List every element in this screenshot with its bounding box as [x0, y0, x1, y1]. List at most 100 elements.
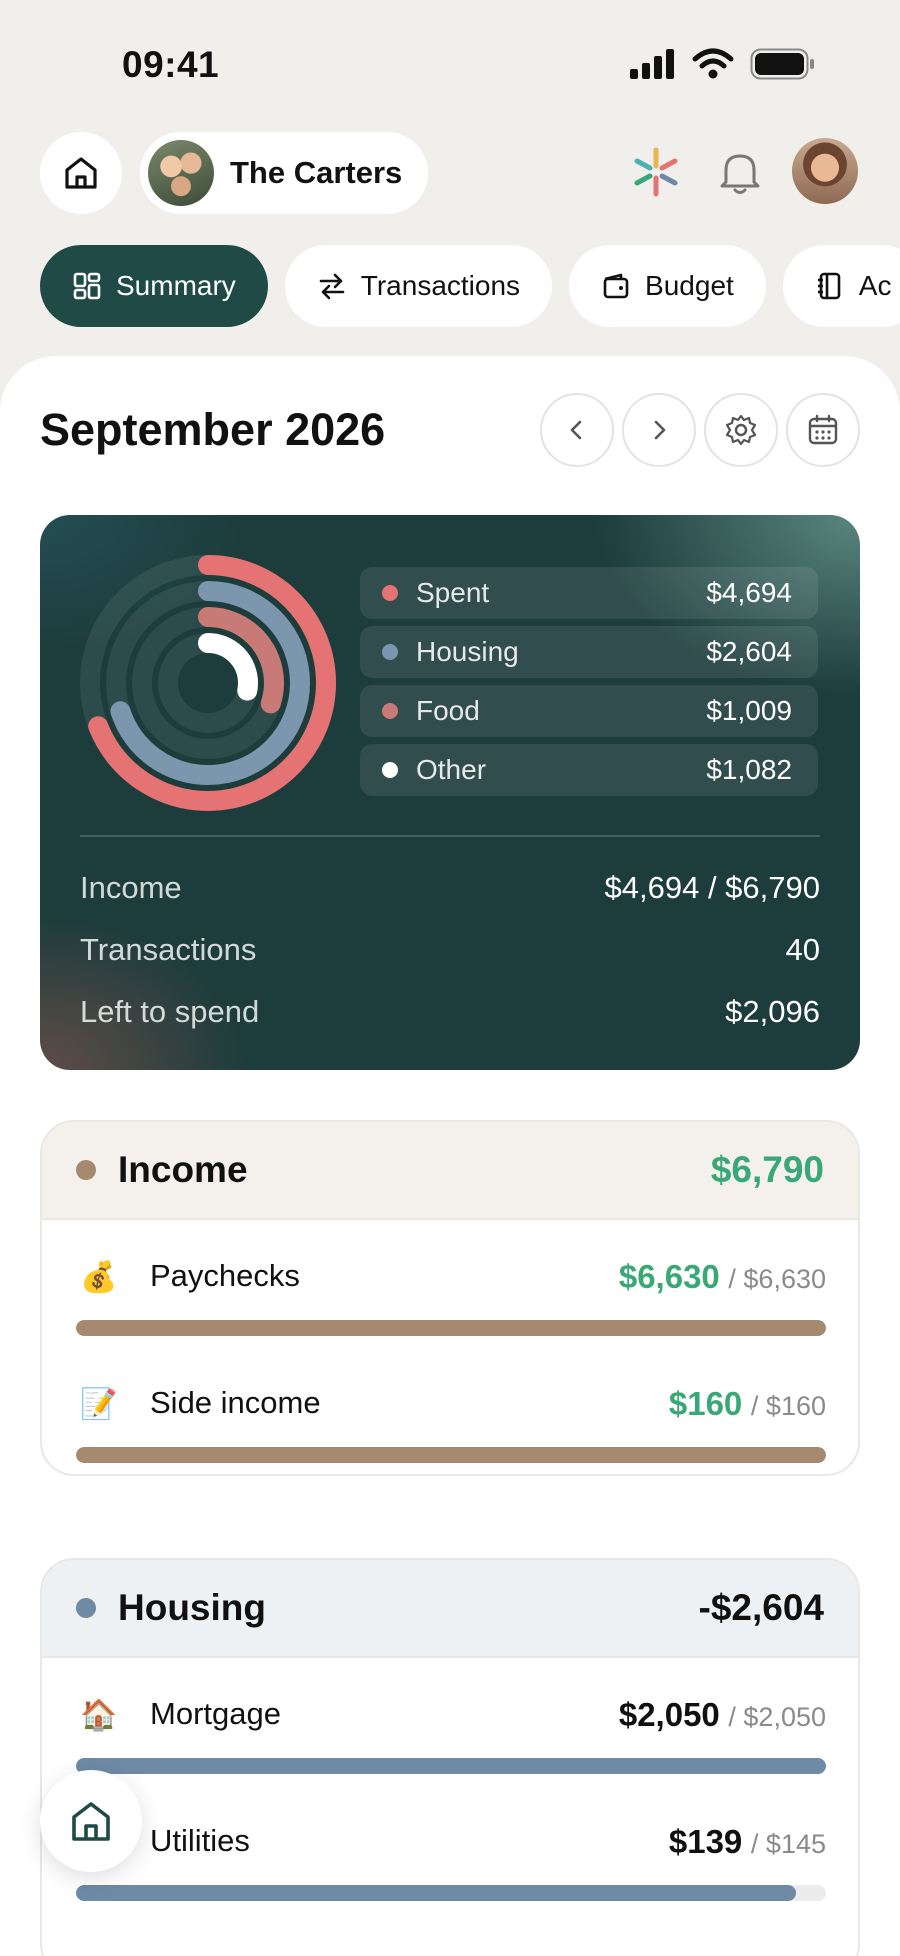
- housing-item-utilities[interactable]: 💡 Utilities $139 / $145: [42, 1785, 858, 1912]
- cellular-signal-icon: [630, 49, 674, 79]
- stat-left-to-spend: Left to spend $2,096: [80, 994, 820, 1030]
- legend-value: $2,604: [706, 636, 792, 667]
- legend-label: Food: [416, 695, 480, 726]
- legend-value: $1,009: [706, 695, 792, 726]
- next-month-button[interactable]: [622, 393, 696, 467]
- progress-track: [76, 1758, 826, 1774]
- status-bar: 09:41: [0, 0, 900, 130]
- tab-accounts[interactable]: Ac: [782, 245, 900, 327]
- progress-fill: [76, 1885, 796, 1901]
- housing-total: -$2,604: [698, 1587, 825, 1628]
- amount-budget: / $2,050: [728, 1702, 826, 1732]
- legend-dot: [382, 644, 398, 660]
- progress-track: [76, 1320, 826, 1336]
- legend-dot: [382, 762, 398, 778]
- status-icons: [630, 48, 816, 80]
- legend-label: Spent: [416, 577, 490, 608]
- legend-label: Other: [416, 754, 487, 785]
- item-amount: $2,050 / $2,050: [619, 1696, 826, 1734]
- income-title: Income: [118, 1149, 248, 1190]
- stat-label: Left to spend: [80, 994, 260, 1029]
- tab-accounts-label: Ac: [858, 270, 892, 301]
- notification-bell-icon[interactable]: [712, 144, 768, 200]
- house-icon: 🏠: [80, 1699, 118, 1732]
- item-amount: $139 / $145: [669, 1823, 826, 1861]
- chevron-right-icon: [654, 420, 666, 440]
- stat-value: $2,096: [725, 994, 820, 1029]
- grid-icon: [73, 272, 101, 300]
- money-bag-icon: 💰: [80, 1261, 118, 1294]
- memo-icon: 📝: [80, 1388, 118, 1421]
- ledger-icon: [817, 272, 841, 300]
- stat-income: Income $4,694 / $6,790: [80, 870, 820, 906]
- tab-summary-label: Summary: [116, 270, 236, 301]
- summary-card: Spent $4,694 Housing $2,604 Food $1,009 …: [40, 515, 860, 1070]
- home-icon: [72, 1802, 110, 1841]
- income-card[interactable]: Income $6,790 💰 Paychecks $6,630 / $6,63…: [40, 1120, 860, 1476]
- tab-budget[interactable]: Budget: [569, 245, 766, 327]
- tab-transactions-label: Transactions: [360, 270, 521, 301]
- home-button[interactable]: [40, 132, 122, 214]
- summary-legend: Spent $4,694 Housing $2,604 Food $1,009 …: [360, 567, 818, 803]
- housing-title: Housing: [118, 1587, 266, 1628]
- housing-card[interactable]: Housing -$2,604 🏠 Mortgage $2,050 / $2,0…: [40, 1558, 860, 1956]
- income-total: $6,790: [710, 1149, 824, 1190]
- progress-fill: [76, 1320, 826, 1336]
- legend-value: $4,694: [706, 577, 792, 608]
- housing-item-mortgage[interactable]: 🏠 Mortgage $2,050 / $2,050: [42, 1658, 858, 1785]
- section-tabs: Summary Transactions Budget Ac: [40, 245, 900, 327]
- month-title: September 2026: [40, 404, 386, 455]
- status-time: 09:41: [122, 44, 220, 85]
- legend-dot: [382, 585, 398, 601]
- income-header[interactable]: Income $6,790: [42, 1122, 858, 1220]
- progress-fill: [76, 1447, 826, 1463]
- amount-spent: $139: [668, 1823, 743, 1860]
- progress-track: [76, 1885, 826, 1901]
- stat-label: Transactions: [80, 932, 257, 967]
- housing-header[interactable]: Housing -$2,604: [42, 1560, 858, 1658]
- spending-rings-chart: [80, 555, 336, 811]
- tab-budget-label: Budget: [645, 270, 734, 301]
- stat-value: $4,694 / $6,790: [604, 870, 820, 905]
- divider: [80, 835, 820, 837]
- battery-icon: [750, 48, 814, 80]
- stat-value: 40: [785, 932, 820, 967]
- calendar-icon: [808, 414, 838, 445]
- amount-budget: / $145: [750, 1829, 826, 1859]
- stat-label: Income: [80, 870, 182, 905]
- legend-label: Housing: [416, 636, 519, 667]
- calendar-button[interactable]: [786, 393, 860, 467]
- home-icon: [65, 157, 97, 189]
- header: The Carters: [40, 130, 860, 214]
- item-amount: $6,630 / $6,630: [619, 1258, 826, 1296]
- chevron-left-icon: [570, 420, 582, 440]
- item-name: Utilities: [150, 1823, 250, 1858]
- housing-dot: [76, 1598, 96, 1618]
- legend-row-food[interactable]: Food $1,009: [360, 685, 818, 737]
- amount-spent: $2,050: [618, 1696, 720, 1733]
- legend-dot: [382, 703, 398, 719]
- item-name: Paychecks: [150, 1258, 300, 1293]
- income-item-side-income[interactable]: 📝 Side income $160 / $160: [42, 1347, 858, 1474]
- floating-home-button[interactable]: [40, 1770, 142, 1872]
- tab-summary[interactable]: Summary: [40, 245, 268, 327]
- tab-transactions[interactable]: Transactions: [284, 245, 553, 327]
- family-switcher[interactable]: The Carters: [140, 132, 429, 214]
- item-name: Side income: [150, 1385, 321, 1420]
- item-name: Mortgage: [150, 1696, 281, 1731]
- legend-row-housing[interactable]: Housing $2,604: [360, 626, 818, 678]
- user-avatar[interactable]: [792, 138, 858, 204]
- wifi-icon: [692, 48, 734, 79]
- ai-sparkle-icon[interactable]: [628, 144, 684, 200]
- income-item-paychecks[interactable]: 💰 Paychecks $6,630 / $6,630: [42, 1220, 858, 1347]
- legend-row-spent[interactable]: Spent $4,694: [360, 567, 818, 619]
- previous-month-button[interactable]: [540, 393, 614, 467]
- stat-transactions: Transactions 40: [80, 932, 820, 968]
- settings-button[interactable]: [704, 393, 778, 467]
- amount-spent: $6,630: [618, 1258, 720, 1295]
- legend-row-other[interactable]: Other $1,082: [360, 744, 818, 796]
- amount-spent: $160: [668, 1385, 743, 1422]
- family-name: The Carters: [230, 155, 403, 190]
- progress-track: [76, 1447, 826, 1463]
- month-controls: [540, 393, 860, 467]
